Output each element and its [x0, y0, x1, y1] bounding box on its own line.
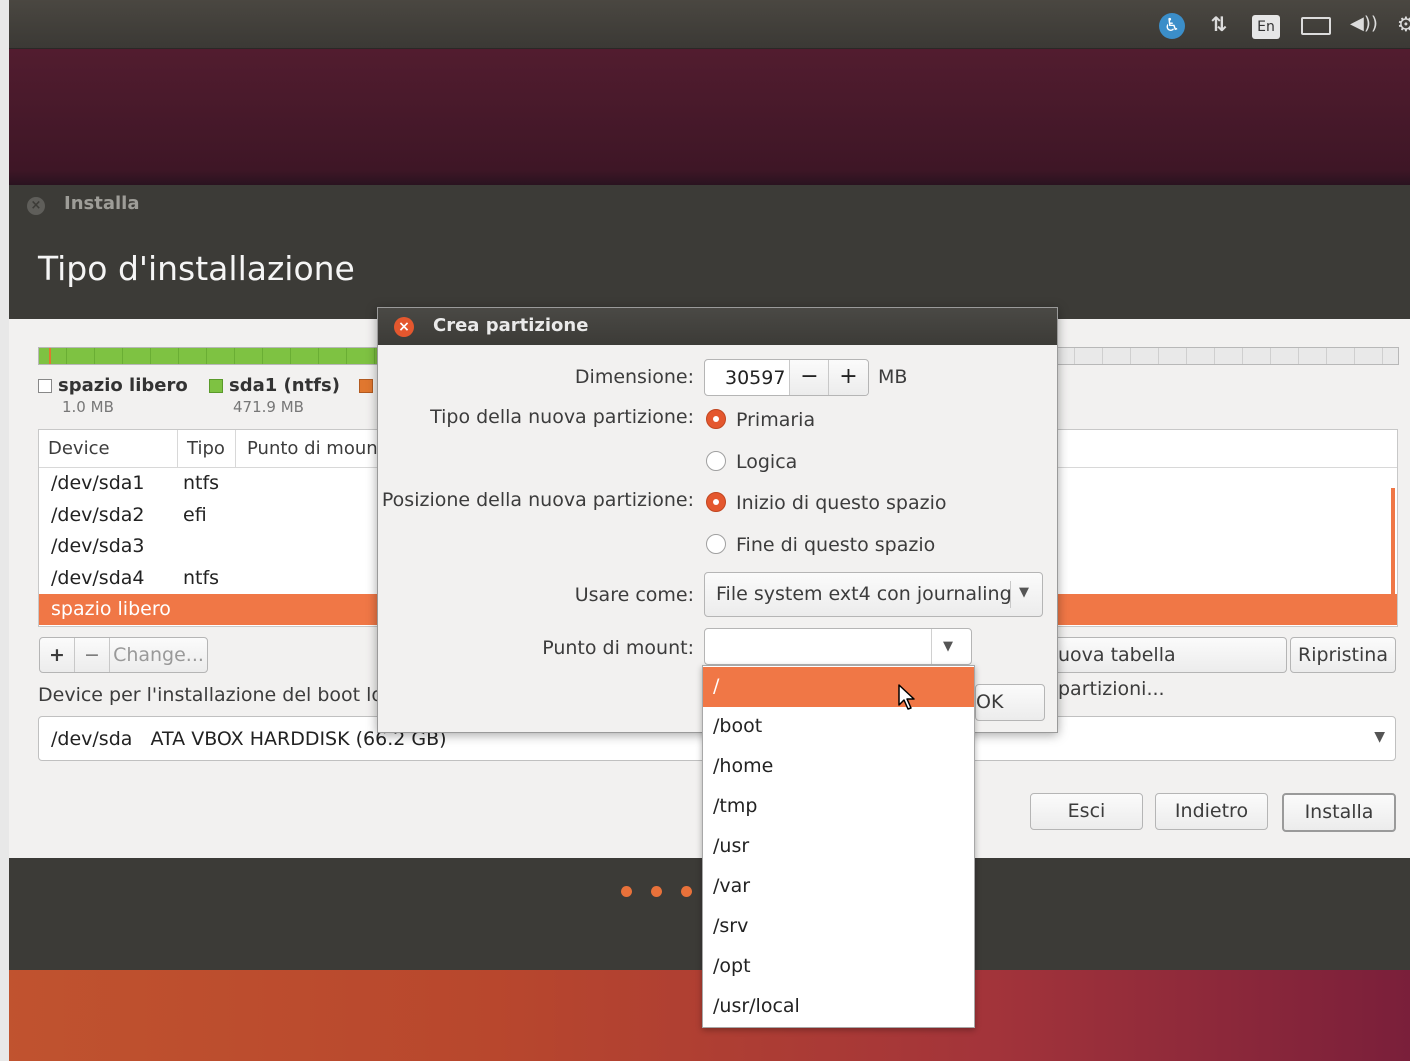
column-mount[interactable]: Punto di moun: [247, 438, 378, 459]
dialog-titlebar: × Crea partizione: [378, 308, 1057, 345]
size-unit: MB: [878, 366, 908, 388]
menu-item[interactable]: /var: [703, 867, 974, 907]
primary-radio-label: Primaria: [736, 409, 816, 431]
legend-item: [359, 375, 379, 396]
ok-button[interactable]: OK: [975, 684, 1045, 721]
menu-item[interactable]: /tmp: [703, 787, 974, 827]
partition-bar-sda1: [39, 348, 384, 364]
quit-button[interactable]: Esci: [1030, 793, 1143, 830]
close-icon[interactable]: ×: [27, 197, 45, 215]
menu-item-label: /usr/local: [713, 995, 800, 1017]
menu-item[interactable]: /opt: [703, 947, 974, 987]
row-device: /dev/sda3: [51, 535, 145, 557]
legend-size: 1.0 MB: [62, 398, 114, 416]
legend-name: spazio libero: [58, 375, 188, 396]
menu-item-label: /tmp: [713, 795, 758, 817]
keyboard-layout-indicator[interactable]: En: [1251, 10, 1281, 39]
size-stepper: 30597 − +: [704, 359, 869, 396]
row-device: spazio libero: [51, 598, 171, 620]
primary-radio[interactable]: Primaria: [706, 408, 816, 431]
add-partition-button[interactable]: +: [40, 638, 74, 672]
row-device: /dev/sda2: [51, 504, 145, 526]
progress-dots: [621, 880, 711, 902]
logical-radio-label: Logica: [736, 451, 798, 473]
new-partition-table-button[interactable]: uova tabella partizioni...: [1054, 637, 1287, 700]
window-title: Installa: [64, 193, 140, 214]
gear-icon[interactable]: ⚙: [1393, 10, 1410, 38]
size-input[interactable]: 30597: [725, 367, 785, 389]
menu-item-label: /usr: [713, 835, 750, 857]
row-device: /dev/sda1: [51, 472, 145, 494]
page-title: Tipo d'installazione: [38, 249, 355, 288]
column-device[interactable]: Device: [48, 438, 110, 459]
keyboard-layout-label: En: [1252, 15, 1280, 39]
volume-icon[interactable]: ◀)): [1347, 10, 1381, 38]
legend-item: sda1 (ntfs) 471.9 MB: [209, 375, 340, 416]
menu-item[interactable]: /usr: [703, 827, 974, 867]
chevron-down-icon[interactable]: ▼: [943, 639, 953, 654]
menu-item-label: /opt: [713, 955, 751, 977]
partition-type-label: Tipo della nuova partizione:: [430, 406, 694, 428]
change-partition-button[interactable]: Change...: [110, 638, 207, 672]
row-type: ntfs: [183, 567, 220, 589]
back-button[interactable]: Indietro: [1155, 793, 1268, 830]
menu-item[interactable]: /home: [703, 747, 974, 787]
legend-name: sda1 (ntfs): [229, 375, 340, 396]
row-type: efi: [183, 504, 207, 526]
use-as-select[interactable]: File system ext4 con journaling ▼: [704, 572, 1043, 617]
menu-item-label: /boot: [713, 715, 763, 737]
chevron-down-icon: ▼: [1374, 729, 1385, 745]
logical-radio[interactable]: Logica: [706, 450, 798, 473]
use-as-value: File system ext4 con journaling: [716, 583, 1012, 605]
position-start-label: Inizio di questo spazio: [736, 492, 947, 514]
menu-item-label: /home: [713, 755, 774, 777]
close-icon[interactable]: ×: [394, 317, 414, 337]
chevron-down-icon: ▼: [1019, 585, 1029, 600]
partition-button-group: + − Change...: [39, 637, 208, 673]
mount-point-label: Punto di mount:: [542, 637, 694, 659]
accessibility-icon[interactable]: ♿: [1157, 10, 1187, 39]
bootloader-label: Device per l'installazione del boot loa: [38, 684, 395, 706]
mount-point-combo[interactable]: ▼: [704, 628, 972, 665]
window-titlebar: × Installa Tipo d'installazione: [9, 185, 1410, 319]
mouse-pointer-icon: [898, 684, 915, 710]
mount-point-dropdown: / /boot /home /tmp /usr /var /srv /opt /…: [702, 665, 975, 1028]
column-type[interactable]: Tipo: [187, 438, 225, 459]
menu-item[interactable]: /usr/local: [703, 987, 974, 1027]
table-scrollbar[interactable]: [1391, 488, 1395, 596]
remove-partition-button[interactable]: −: [75, 638, 109, 672]
screen-left-edge: [0, 0, 9, 1061]
top-panel: ♿ ⇅ En ◀)) ⚙: [9, 0, 1410, 49]
menu-item[interactable]: /boot: [703, 707, 974, 747]
decrease-size-button[interactable]: −: [789, 360, 829, 395]
dialog-title: Crea partizione: [433, 315, 589, 336]
position-end-radio[interactable]: Fine di questo spazio: [706, 533, 936, 556]
menu-item[interactable]: /srv: [703, 907, 974, 947]
legend-size: 471.9 MB: [233, 398, 304, 416]
network-arrows-icon[interactable]: ⇅: [1205, 10, 1233, 38]
install-button[interactable]: Installa: [1282, 793, 1396, 832]
partition-bar-marker: [49, 348, 51, 364]
row-type: ntfs: [183, 472, 220, 494]
partition-position-label: Posizione della nuova partizione:: [381, 489, 694, 511]
menu-item-label: /var: [713, 875, 751, 897]
increase-size-button[interactable]: +: [828, 360, 868, 395]
position-start-radio[interactable]: Inizio di questo spazio: [706, 491, 947, 514]
position-end-label: Fine di questo spazio: [736, 534, 936, 556]
battery-icon[interactable]: [1297, 10, 1335, 38]
menu-item-label: /srv: [713, 915, 749, 937]
revert-button[interactable]: Ripristina: [1290, 637, 1396, 673]
menu-item-label: /: [713, 675, 720, 697]
use-as-label: Usare come:: [574, 584, 694, 606]
size-label: Dimensione:: [574, 366, 694, 388]
row-device: /dev/sda4: [51, 567, 145, 589]
legend-item: spazio libero 1.0 MB: [38, 375, 188, 416]
ok-button-label: OK: [976, 691, 1004, 713]
menu-item-selected[interactable]: /: [703, 667, 974, 707]
